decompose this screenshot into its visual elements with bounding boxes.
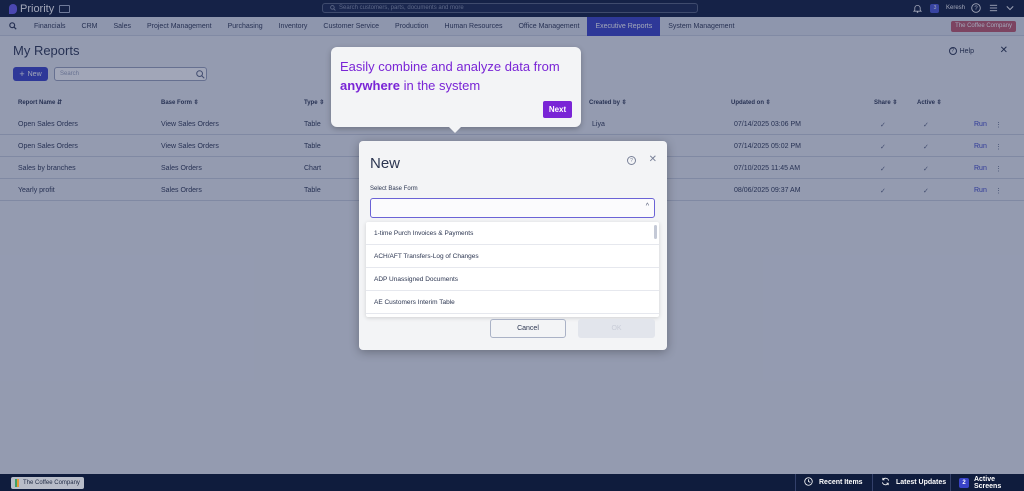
- cancel-button[interactable]: Cancel: [490, 319, 566, 338]
- company-switcher[interactable]: The Coffee Company: [11, 477, 84, 489]
- options-scrollbar[interactable]: [654, 225, 657, 239]
- tooltip-text: Easily combine and analyze data from any…: [340, 59, 560, 93]
- next-button[interactable]: Next: [543, 101, 572, 118]
- base-form-option[interactable]: ADP Unassigned Documents: [366, 268, 659, 291]
- base-form-label: Select Base Form: [370, 186, 418, 192]
- clock-icon: [804, 477, 813, 488]
- recent-items-label: Recent Items: [819, 479, 863, 486]
- latest-updates-button[interactable]: Latest Updates: [872, 474, 950, 491]
- base-form-select[interactable]: ^: [370, 198, 655, 218]
- dialog-title: New: [370, 155, 401, 172]
- company-name: The Coffee Company: [23, 480, 80, 486]
- tooltip-emphasis: anywhere: [340, 78, 400, 93]
- base-form-option[interactable]: ACH/AFT Transfers-Log of Changes: [366, 245, 659, 268]
- base-form-option[interactable]: AE Customers Interim Table: [366, 291, 659, 314]
- chevron-up-icon[interactable]: ^: [646, 203, 649, 210]
- company-color-icon: [15, 479, 19, 487]
- base-form-options-list: 1-time Purch Invoices & Payments ACH/AFT…: [366, 222, 659, 317]
- active-screens-count: 2: [959, 477, 969, 488]
- active-screens-label: Active Screens: [973, 475, 1002, 490]
- latest-updates-label: Latest Updates: [896, 479, 947, 486]
- dialog-close-icon[interactable]: ✕: [649, 154, 657, 165]
- refresh-icon: [881, 477, 890, 488]
- new-report-dialog: New ? ✕ Select Base Form ^ 1-time Purch …: [359, 141, 667, 350]
- active-screens-button[interactable]: 2 Active Screens: [950, 474, 1024, 491]
- dialog-help-icon[interactable]: ?: [627, 156, 636, 165]
- tooltip-arrow: [449, 127, 461, 133]
- onboarding-tooltip: Easily combine and analyze data from any…: [331, 47, 581, 133]
- base-form-option[interactable]: 1-time Purch Invoices & Payments: [366, 222, 659, 245]
- bottom-bar: The Coffee Company Recent Items Latest U…: [0, 474, 1024, 491]
- ok-button[interactable]: OK: [578, 319, 655, 338]
- recent-items-button[interactable]: Recent Items: [795, 474, 872, 491]
